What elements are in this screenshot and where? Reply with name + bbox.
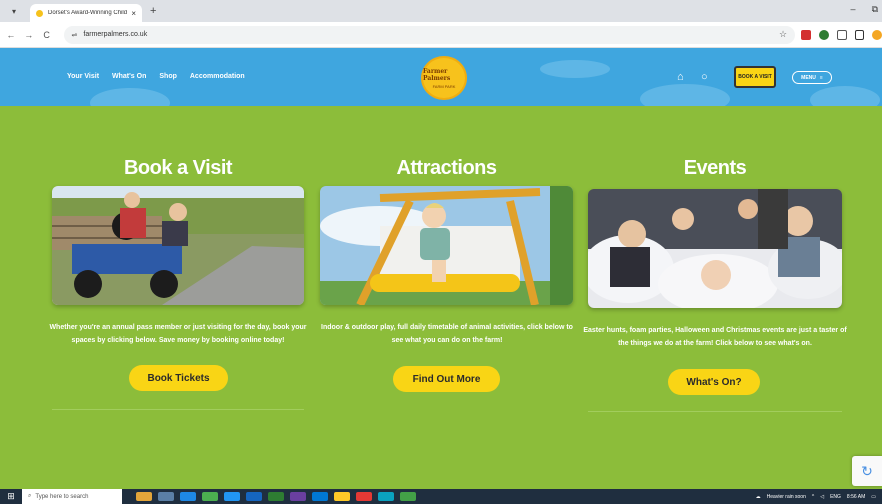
green-extension-icon[interactable] — [819, 29, 830, 40]
weather-icon[interactable]: ☁ — [756, 494, 761, 500]
recaptcha-icon: ↻ — [861, 462, 873, 479]
site-header: Your Visit What's On Shop Accommodation … — [0, 48, 882, 106]
chrome-icon[interactable] — [356, 492, 372, 501]
app2-icon[interactable] — [378, 492, 394, 501]
new-tab-button[interactable]: + — [150, 5, 156, 17]
windows-start-icon[interactable]: ⊞ — [0, 491, 22, 502]
url-field[interactable]: ⇌ farmerpalmers.co.uk ☆ — [63, 25, 796, 44]
tab-close-icon[interactable]: × — [131, 9, 136, 18]
window-controls: – ⧉ — [851, 4, 878, 15]
back-icon[interactable]: ← — [4, 30, 18, 40]
section-divider — [52, 409, 304, 410]
minimize-button[interactable]: – — [851, 4, 856, 15]
book-tickets-button[interactable]: Book Tickets — [129, 365, 228, 391]
whats-on-button[interactable]: What's On? — [668, 369, 760, 395]
section-divider — [588, 411, 842, 412]
nav-whats-on[interactable]: What's On — [112, 73, 146, 80]
language-indicator[interactable]: ENG — [830, 494, 841, 500]
forward-icon[interactable]: → — [22, 30, 36, 40]
weather-text[interactable]: Heavier rain soon — [767, 494, 806, 500]
word-icon[interactable] — [246, 492, 262, 501]
notifications-icon[interactable]: ▭ — [871, 494, 876, 500]
recaptcha-badge[interactable]: ↻ — [852, 456, 882, 486]
clock[interactable]: 8:56 AM — [847, 494, 865, 500]
widget-icon[interactable] — [136, 492, 152, 501]
teams-icon[interactable] — [290, 492, 306, 501]
menu-label: MENU — [801, 74, 816, 81]
book-a-visit-photo[interactable] — [52, 186, 304, 305]
section-title-attractions: Attractions — [396, 157, 497, 179]
bookmark-star-icon[interactable]: ☆ — [779, 29, 787, 40]
book-a-visit-button[interactable]: BOOK A VISIT — [734, 66, 776, 88]
restore-button[interactable]: ⧉ — [872, 4, 878, 15]
book-a-visit-description: Whether you're an annual pass member or … — [49, 324, 307, 344]
events-photo[interactable] — [588, 189, 842, 308]
logo-subtitle: FARM PARK — [432, 83, 456, 89]
tray-chevron-icon[interactable]: ^ — [812, 494, 814, 500]
site-info-icon[interactable]: ⇌ — [72, 31, 78, 39]
browser-tab-strip: ▾ Dorset's Award-Winning Childr × + – ⧉ — [0, 0, 882, 22]
app3-icon[interactable] — [400, 492, 416, 501]
nav-shop[interactable]: Shop — [159, 73, 177, 80]
reload-icon[interactable]: C — [40, 30, 54, 40]
nav-accommodation[interactable]: Accommodation — [190, 73, 245, 80]
attractions-section: Attractions — [320, 157, 573, 180]
store-icon[interactable] — [202, 492, 218, 501]
task-view-icon[interactable] — [158, 492, 174, 501]
attractions-description: Indoor & outdoor play, full daily timeta… — [321, 324, 573, 344]
browser-tab[interactable]: Dorset's Award-Winning Childr × — [30, 4, 142, 22]
profile-avatar-icon[interactable] — [872, 29, 882, 40]
taskbar-search-placeholder: Type here to search — [35, 493, 89, 500]
book-a-visit-section: Book a Visit — [52, 157, 304, 180]
system-tray: ☁ Heavier rain soon ^ ◁ ENG 8:56 AM ▭ — [756, 494, 882, 500]
pdf-extension-icon[interactable] — [801, 29, 812, 40]
logo-title: Farmer Palmers — [423, 67, 451, 82]
url-text: farmerpalmers.co.uk — [83, 31, 148, 38]
file-explorer-icon[interactable] — [334, 492, 350, 501]
hamburger-icon: ≡ — [819, 74, 823, 81]
find-out-more-button[interactable]: Find Out More — [393, 366, 500, 392]
tab-search-icon[interactable]: ▾ — [6, 3, 22, 19]
app-icon[interactable] — [224, 492, 240, 501]
events-description: Easter hunts, foam parties, Halloween an… — [583, 327, 847, 347]
menu-button[interactable]: MENU ≡ — [792, 71, 832, 84]
section-title-events: Events — [683, 157, 747, 179]
nav-your-visit[interactable]: Your Visit — [67, 73, 99, 80]
attractions-photo[interactable] — [320, 186, 573, 305]
events-section: Events — [588, 157, 842, 180]
address-bar-row: ← → C ⇌ farmerpalmers.co.uk ☆ — [0, 22, 882, 48]
search-icon: ⌕ — [28, 493, 32, 499]
excel-icon[interactable] — [268, 492, 284, 501]
side-panel-icon[interactable] — [855, 29, 865, 40]
edge-icon[interactable] — [180, 492, 196, 501]
outlook-icon[interactable] — [312, 492, 328, 501]
search-icon[interactable]: ○ — [701, 71, 708, 83]
section-title-book-a-visit: Book a Visit — [123, 157, 233, 179]
windows-taskbar: ⊞ ⌕ Type here to search ☁ Heavier rain s… — [0, 489, 882, 504]
main-nav: Your Visit What's On Shop Accommodation — [67, 73, 245, 80]
site-favicon-icon — [36, 9, 43, 17]
taskbar-search[interactable]: ⌕ Type here to search — [22, 489, 122, 504]
puzzle-extensions-icon[interactable] — [837, 29, 848, 40]
tab-title: Dorset's Award-Winning Childr — [48, 10, 128, 16]
site-logo[interactable]: Farmer Palmers FARM PARK — [421, 56, 467, 100]
volume-icon[interactable]: ◁ — [820, 494, 824, 500]
extensions-area — [801, 29, 882, 40]
basket-icon[interactable]: ⌂ — [677, 71, 684, 83]
